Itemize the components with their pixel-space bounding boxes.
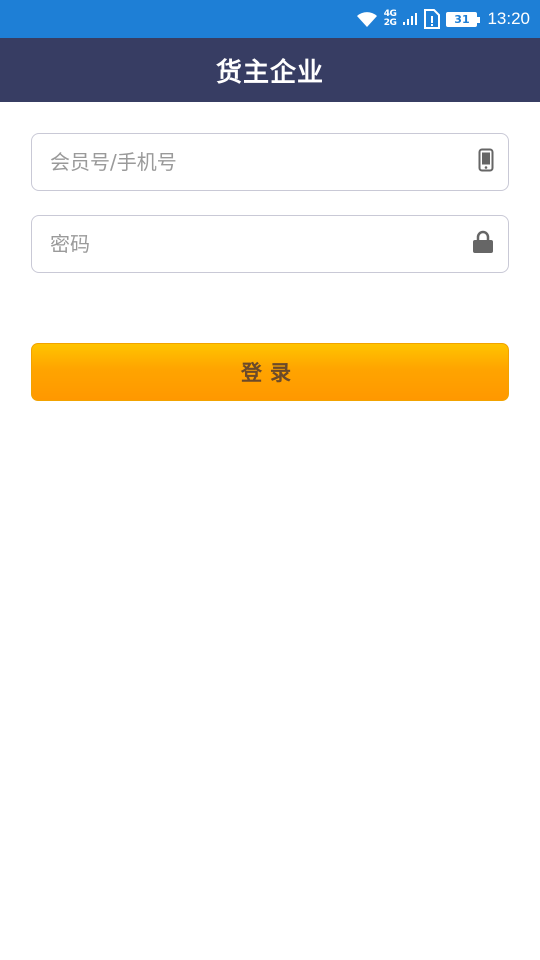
password-input[interactable]	[32, 216, 508, 272]
network-type: 4G 2G	[384, 10, 397, 28]
login-button-label: 登录	[241, 361, 299, 385]
password-field[interactable]	[31, 215, 509, 273]
status-time: 13:20	[487, 9, 530, 28]
app-header: 货主企业	[0, 38, 540, 102]
status-bar: 4G 2G 31 13:20	[0, 0, 540, 38]
battery-level: 31	[454, 12, 470, 26]
login-button[interactable]: 登录	[31, 343, 509, 401]
signal-icon	[402, 10, 418, 28]
battery-icon: 31	[446, 11, 481, 27]
page-title: 货主企业	[215, 57, 324, 88]
account-field[interactable]	[31, 133, 509, 191]
lock-icon	[472, 230, 494, 258]
network-bottom-label: 2G	[383, 18, 397, 28]
phone-icon	[478, 148, 494, 176]
wifi-icon	[356, 10, 378, 28]
sim-alert-icon	[424, 9, 441, 29]
account-input[interactable]	[32, 134, 508, 190]
